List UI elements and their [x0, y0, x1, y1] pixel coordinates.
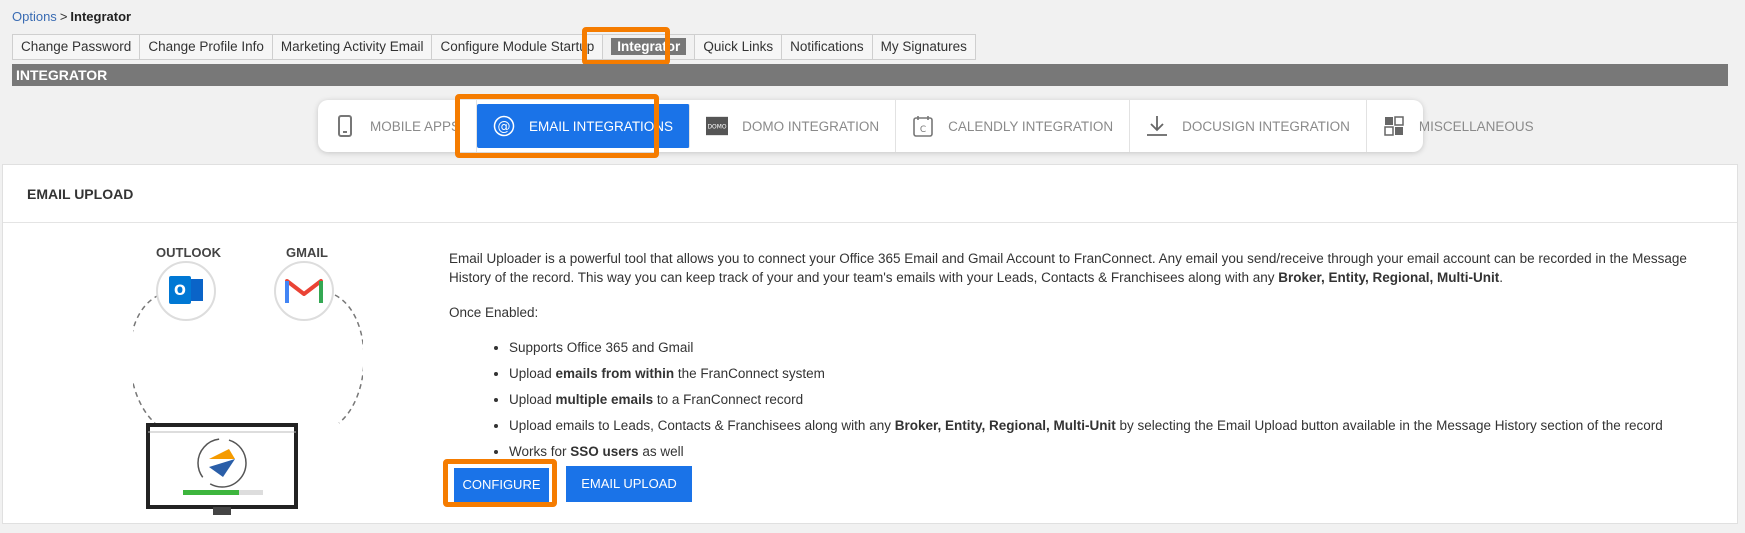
monitor-icon — [146, 423, 298, 515]
bullet-2-post: the FranConnect system — [674, 366, 825, 381]
at-sign-icon: @ — [493, 115, 515, 137]
domo-logo-text: DOMO — [708, 124, 727, 131]
configure-button[interactable]: CONFIGURE — [454, 468, 549, 502]
svg-text:O: O — [174, 283, 186, 299]
breadcrumb-current: Integrator — [70, 9, 132, 24]
tab-quick-links[interactable]: Quick Links — [695, 34, 783, 60]
list-item: Works for SSO users as well — [509, 442, 1719, 461]
breadcrumb-separator: > — [59, 9, 68, 24]
email-upload-description: Email Uploader is a powerful tool that a… — [449, 249, 1719, 468]
bullet-2-pre: Upload — [509, 366, 556, 381]
bullet-2-bold: emails from within — [555, 366, 675, 381]
email-upload-button[interactable]: EMAIL UPLOAD — [566, 466, 692, 502]
subnav-mobile-apps-label: MOBILE APPS — [370, 118, 461, 134]
subnav-miscellaneous-label: MISCELLANEOUS — [1418, 118, 1534, 134]
list-item: Upload emails from within the FranConnec… — [509, 364, 1719, 383]
intro-end: . — [1499, 270, 1503, 285]
bullet-4-bold: Broker, Entity, Regional, Multi-Unit — [894, 418, 1116, 433]
bullet-3-post: to a FranConnect record — [653, 392, 804, 407]
bullet-4-pre: Upload emails to Leads, Contacts & Franc… — [509, 418, 895, 433]
email-upload-illustration: OUTLOOK GMAIL O — [133, 245, 363, 515]
download-icon — [1146, 115, 1168, 137]
bullet-4-post: by selecting the Email Upload button ava… — [1115, 418, 1663, 433]
svg-text:@: @ — [498, 120, 511, 135]
section-title: INTEGRATOR — [12, 64, 1728, 86]
svg-text:C: C — [920, 125, 926, 135]
card-title: EMAIL UPLOAD — [3, 165, 1737, 223]
bullet-3-bold: multiple emails — [555, 392, 654, 407]
bullet-5-post: as well — [638, 444, 684, 459]
breadcrumb: Options > Integrator — [12, 9, 131, 24]
tab-configure-module-startup[interactable]: Configure Module Startup — [432, 34, 604, 60]
tab-integrator-label: Integrator — [611, 38, 687, 55]
subnav-mobile-apps[interactable]: MOBILE APPS — [318, 100, 478, 152]
subnav-docusign-integration[interactable]: DOCUSIGN INTEGRATION — [1130, 100, 1367, 152]
tab-change-password[interactable]: Change Password — [12, 34, 141, 60]
email-upload-card: EMAIL UPLOAD OUTLOOK GMAIL O Email Uploa… — [2, 164, 1738, 524]
intro-bold: Broker, Entity, Regional, Multi-Unit — [1278, 270, 1500, 285]
subnav-calendly-integration-label: CALENDLY INTEGRATION — [948, 118, 1114, 134]
bullet-5-bold: SSO users — [570, 444, 639, 459]
list-item: Upload multiple emails to a FranConnect … — [509, 390, 1719, 409]
tab-integrator[interactable]: Integrator — [603, 34, 696, 60]
list-item: Supports Office 365 and Gmail — [509, 338, 1719, 357]
subnav-miscellaneous[interactable]: MISCELLANEOUS — [1367, 100, 1550, 152]
list-item: Upload emails to Leads, Contacts & Franc… — [509, 416, 1719, 435]
breadcrumb-options-link[interactable]: Options — [12, 9, 57, 24]
subnav-email-integrations[interactable]: @ EMAIL INTEGRATIONS — [477, 104, 691, 148]
bullet-3-pre: Upload — [509, 392, 556, 407]
integration-subnav: MOBILE APPS @ EMAIL INTEGRATIONS DOMO DO… — [318, 100, 1534, 152]
subnav-domo-integration[interactable]: DOMO DOMO INTEGRATION — [690, 100, 897, 152]
intro-paragraph: Email Uploader is a powerful tool that a… — [449, 249, 1719, 287]
options-tabs: Change Password Change Profile Info Mark… — [12, 34, 976, 60]
subnav-domo-integration-label: DOMO INTEGRATION — [742, 118, 880, 134]
subnav-calendly-integration[interactable]: C CALENDLY INTEGRATION — [896, 100, 1131, 152]
domo-logo-icon: DOMO — [706, 115, 729, 137]
tab-change-profile-info[interactable]: Change Profile Info — [140, 34, 273, 60]
bullet-5-pre: Works for — [509, 444, 571, 459]
calendar-icon: C — [912, 115, 934, 137]
subnav-email-integrations-label: EMAIL INTEGRATIONS — [529, 118, 674, 134]
tab-notifications[interactable]: Notifications — [782, 34, 873, 60]
tab-marketing-activity-email[interactable]: Marketing Activity Email — [272, 34, 433, 60]
bullet-1-text: Supports Office 365 and Gmail — [509, 340, 694, 355]
subnav-docusign-integration-label: DOCUSIGN INTEGRATION — [1182, 118, 1350, 134]
gmail-icon — [274, 261, 334, 321]
tab-my-signatures[interactable]: My Signatures — [872, 34, 976, 60]
mobile-phone-icon — [334, 115, 356, 137]
outlook-icon: O — [156, 261, 216, 321]
grid-icon — [1383, 115, 1405, 137]
feature-list: Supports Office 365 and Gmail Upload ema… — [509, 338, 1719, 461]
once-enabled-label: Once Enabled: — [449, 305, 539, 320]
